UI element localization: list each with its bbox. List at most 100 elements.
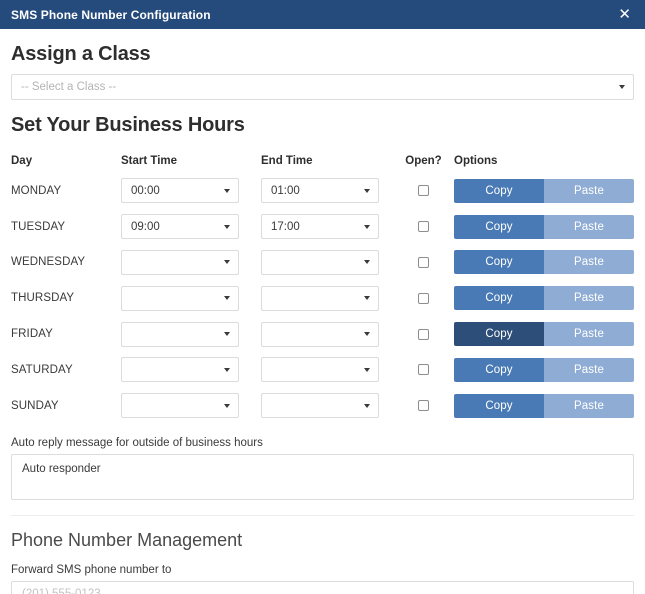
- options-button-group: CopyPaste: [454, 286, 634, 310]
- open-checkbox[interactable]: [418, 329, 429, 340]
- chevron-down-icon: [364, 404, 370, 408]
- auto-reply-textarea[interactable]: Auto responder: [11, 454, 634, 500]
- end-time-select[interactable]: [261, 286, 379, 311]
- forward-sms-input[interactable]: (201) 555-0123: [11, 581, 634, 594]
- start-time-select[interactable]: 09:00: [121, 214, 239, 239]
- day-label: SATURDAY: [11, 364, 121, 376]
- forward-sms-label: Forward SMS phone number to: [11, 564, 634, 576]
- start-time-cell: 00:00: [121, 178, 261, 203]
- day-label: THURSDAY: [11, 292, 121, 304]
- end-time-select[interactable]: 17:00: [261, 214, 379, 239]
- start-time-select[interactable]: [121, 357, 239, 382]
- copy-button[interactable]: Copy: [454, 358, 544, 382]
- open-checkbox[interactable]: [418, 293, 429, 304]
- start-time-value: 09:00: [131, 221, 160, 233]
- paste-button[interactable]: Paste: [544, 358, 634, 382]
- copy-button[interactable]: Copy: [454, 179, 544, 203]
- day-label: TUESDAY: [11, 221, 121, 233]
- day-label: WEDNESDAY: [11, 256, 121, 268]
- copy-button[interactable]: Copy: [454, 394, 544, 418]
- options-button-group: CopyPaste: [454, 250, 634, 274]
- start-time-select[interactable]: 00:00: [121, 178, 239, 203]
- chevron-down-icon: [224, 260, 230, 264]
- table-row: TUESDAY 09:00 17:00 CopyPaste: [11, 209, 634, 245]
- phone-management-heading: Phone Number Management: [11, 530, 634, 551]
- chevron-down-icon: [619, 85, 625, 89]
- open-checkbox[interactable]: [418, 364, 429, 375]
- end-time-cell: [261, 286, 401, 311]
- end-time-select[interactable]: [261, 393, 379, 418]
- open-checkbox-cell: [401, 329, 454, 340]
- table-header-row: Day Start Time End Time Open? Options: [11, 149, 634, 173]
- chevron-down-icon: [364, 260, 370, 264]
- paste-button[interactable]: Paste: [544, 394, 634, 418]
- end-time-value: 01:00: [271, 185, 300, 197]
- end-time-value: 17:00: [271, 221, 300, 233]
- start-time-cell: [121, 393, 261, 418]
- start-time-cell: [121, 250, 261, 275]
- start-time-select[interactable]: [121, 393, 239, 418]
- chevron-down-icon: [224, 368, 230, 372]
- close-icon[interactable]: ✕: [616, 7, 633, 22]
- start-time-select[interactable]: [121, 322, 239, 347]
- business-hours-table: Day Start Time End Time Open? Options MO…: [11, 149, 634, 424]
- open-checkbox[interactable]: [418, 400, 429, 411]
- assign-class-heading: Assign a Class: [11, 43, 634, 66]
- paste-button[interactable]: Paste: [544, 179, 634, 203]
- class-select-value: -- Select a Class --: [21, 81, 116, 93]
- chevron-down-icon: [224, 404, 230, 408]
- column-header-open: Open?: [401, 155, 454, 167]
- end-time-select[interactable]: [261, 322, 379, 347]
- day-label: FRIDAY: [11, 328, 121, 340]
- end-time-cell: [261, 393, 401, 418]
- day-label: MONDAY: [11, 185, 121, 197]
- end-time-cell: 17:00: [261, 214, 401, 239]
- table-row: THURSDAY CopyPaste: [11, 280, 634, 316]
- chevron-down-icon: [364, 296, 370, 300]
- options-button-group: CopyPaste: [454, 394, 634, 418]
- class-select[interactable]: -- Select a Class --: [11, 74, 634, 100]
- open-checkbox[interactable]: [418, 221, 429, 232]
- end-time-cell: [261, 322, 401, 347]
- column-header-day: Day: [11, 155, 121, 167]
- copy-button[interactable]: Copy: [454, 286, 544, 310]
- options-button-group: CopyPaste: [454, 215, 634, 239]
- table-row: SUNDAYCopyPaste: [11, 388, 634, 424]
- table-row: FRIDAY CopyPaste: [11, 316, 634, 352]
- chevron-down-icon: [224, 296, 230, 300]
- open-checkbox[interactable]: [418, 185, 429, 196]
- paste-button[interactable]: Paste: [544, 250, 634, 274]
- chevron-down-icon: [224, 332, 230, 336]
- paste-button[interactable]: Paste: [544, 286, 634, 310]
- end-time-cell: [261, 357, 401, 382]
- copy-button[interactable]: Copy: [454, 215, 544, 239]
- paste-button[interactable]: Paste: [544, 215, 634, 239]
- end-time-select[interactable]: 01:00: [261, 178, 379, 203]
- column-header-start-time: Start Time: [121, 155, 261, 167]
- end-time-select[interactable]: [261, 250, 379, 275]
- dialog-title: SMS Phone Number Configuration: [11, 8, 211, 22]
- chevron-down-icon: [364, 225, 370, 229]
- start-time-value: 00:00: [131, 185, 160, 197]
- copy-button[interactable]: Copy: [454, 250, 544, 274]
- chevron-down-icon: [364, 368, 370, 372]
- copy-button[interactable]: Copy: [454, 322, 544, 346]
- chevron-down-icon: [364, 189, 370, 193]
- start-time-select[interactable]: [121, 250, 239, 275]
- end-time-cell: [261, 250, 401, 275]
- table-row: WEDNESDAY CopyPaste: [11, 245, 634, 281]
- chevron-down-icon: [364, 332, 370, 336]
- options-button-group: CopyPaste: [454, 322, 634, 346]
- column-header-options: Options: [454, 155, 634, 167]
- start-time-select[interactable]: [121, 286, 239, 311]
- paste-button[interactable]: Paste: [544, 322, 634, 346]
- table-row: MONDAY 00:00 01:00 CopyPaste: [11, 173, 634, 209]
- open-checkbox-cell: [401, 400, 454, 411]
- section-divider: [11, 515, 634, 516]
- dialog-titlebar: SMS Phone Number Configuration ✕: [0, 0, 645, 29]
- open-checkbox-cell: [401, 364, 454, 375]
- open-checkbox-cell: [401, 221, 454, 232]
- open-checkbox[interactable]: [418, 257, 429, 268]
- options-button-group: CopyPaste: [454, 179, 634, 203]
- end-time-select[interactable]: [261, 357, 379, 382]
